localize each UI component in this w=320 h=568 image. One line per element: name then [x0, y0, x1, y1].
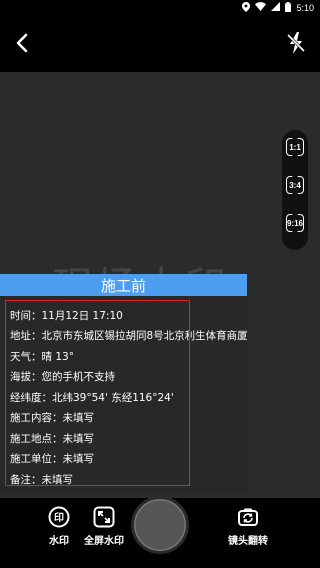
fullscreen-icon — [93, 506, 115, 528]
status-bar: 5:10 — [0, 0, 320, 16]
fullscreen-watermark-button[interactable]: 全屏水印 — [84, 506, 124, 547]
watermark-button[interactable]: 印 水印 — [48, 506, 70, 547]
back-button[interactable] — [10, 30, 36, 56]
ratio-option-9-16[interactable]: 9:16 — [286, 214, 304, 232]
watermark-button-label: 水印 — [49, 536, 69, 547]
flip-camera-label: 镜头翻转 — [228, 536, 268, 547]
flip-camera-button[interactable]: 镜头翻转 — [228, 506, 268, 547]
signal-icon — [271, 2, 281, 14]
flash-off-icon — [286, 32, 306, 54]
selection-highlight-box — [5, 300, 190, 486]
shutter-button[interactable] — [131, 496, 189, 554]
ratio-option-3-4[interactable]: 3:4 — [286, 176, 304, 194]
fullscreen-watermark-label: 全屏水印 — [84, 536, 124, 547]
watermark-title: 施工前 — [0, 274, 247, 296]
svg-text:印: 印 — [54, 512, 64, 524]
location-icon — [242, 1, 251, 15]
chevron-left-icon — [16, 33, 28, 53]
ratio-option-1-1[interactable]: 1:1 — [286, 138, 304, 156]
watermark-stamp-icon: 印 — [48, 506, 70, 528]
status-time: 5:10 — [296, 3, 314, 13]
battery-icon — [285, 1, 292, 15]
camera-flip-icon — [238, 508, 258, 526]
aspect-ratio-selector: 1:1 3:4 9:16 — [282, 130, 308, 250]
wifi-icon — [255, 2, 267, 14]
flash-toggle-button[interactable] — [284, 29, 308, 57]
top-bar — [0, 16, 320, 72]
